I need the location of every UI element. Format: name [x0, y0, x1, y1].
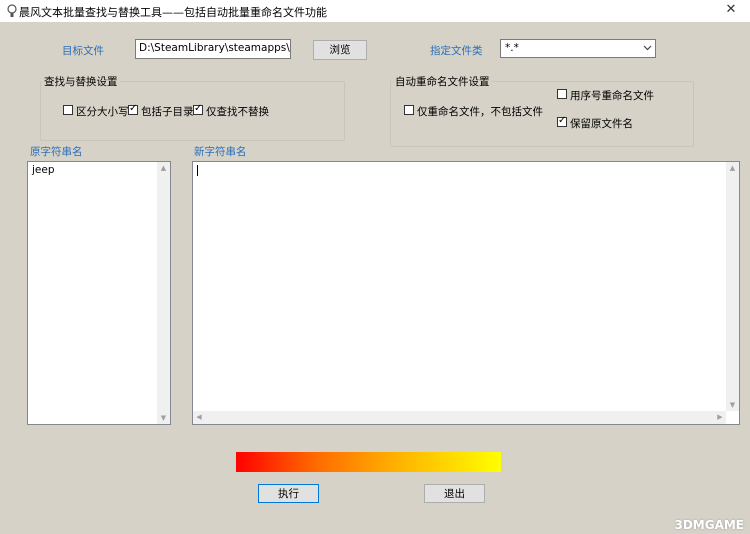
- new-strings-textarea[interactable]: ▲ ▼ ◀ ▶: [192, 161, 740, 425]
- app-icon: [5, 3, 19, 19]
- vertical-scrollbar[interactable]: ▲ ▼: [726, 162, 739, 411]
- scroll-left-icon[interactable]: ◀: [193, 411, 205, 423]
- close-button[interactable]: ✕: [712, 0, 750, 22]
- browse-button[interactable]: 浏览: [313, 40, 367, 60]
- include-subdirs-label: 包括子目录: [141, 106, 194, 118]
- find-only-label: 仅查找不替换: [206, 106, 269, 118]
- file-type-select[interactable]: *.*: [500, 39, 656, 58]
- include-subdirs-checkbox[interactable]: ✓: [128, 103, 138, 115]
- case-sensitive-checkbox[interactable]: [63, 105, 73, 115]
- close-icon: ✕: [725, 2, 737, 17]
- horizontal-scrollbar[interactable]: ◀ ▶: [193, 411, 726, 424]
- file-type-label: 指定文件类: [430, 45, 483, 57]
- text-cursor: [197, 165, 198, 176]
- check-icon: ✓: [194, 103, 203, 114]
- keep-original-checkbox[interactable]: ✓: [557, 115, 567, 127]
- list-item[interactable]: jeep: [32, 164, 55, 176]
- scroll-up-icon[interactable]: ▲: [726, 162, 739, 174]
- target-file-label: 目标文件: [62, 45, 104, 57]
- new-strings-label: 新字符串名: [194, 146, 247, 158]
- use-serial-label: 用序号重命名文件: [570, 90, 654, 102]
- use-serial-checkbox[interactable]: [557, 89, 567, 99]
- search-settings-title: 查找与替换设置: [42, 74, 120, 89]
- progress-fill: [236, 452, 501, 472]
- original-strings-list[interactable]: jeep ▲ ▼: [27, 161, 171, 425]
- check-icon: ✓: [129, 103, 138, 114]
- case-sensitive-label: 区分大小写: [76, 106, 129, 118]
- scroll-down-icon[interactable]: ▼: [726, 399, 739, 411]
- check-icon: ✓: [558, 115, 567, 126]
- original-strings-label: 原字符串名: [30, 146, 83, 158]
- progress-bar: [236, 452, 501, 472]
- exit-button[interactable]: 退出: [424, 484, 485, 503]
- scroll-up-icon[interactable]: ▲: [157, 162, 170, 174]
- keep-original-label: 保留原文件名: [570, 118, 633, 130]
- rename-only-checkbox[interactable]: [404, 105, 414, 115]
- rename-settings-title: 自动重命名文件设置: [393, 74, 492, 89]
- title-bar: 晨风文本批量查找与替换工具——包括自动批量重命名文件功能 ✕: [0, 0, 750, 22]
- execute-button[interactable]: 执行: [258, 484, 319, 503]
- vertical-scrollbar[interactable]: ▲ ▼: [157, 162, 170, 424]
- scroll-down-icon[interactable]: ▼: [157, 412, 170, 424]
- window-title: 晨风文本批量查找与替换工具——包括自动批量重命名文件功能: [19, 6, 327, 19]
- scroll-right-icon[interactable]: ▶: [714, 411, 726, 423]
- find-only-checkbox[interactable]: ✓: [193, 103, 203, 115]
- file-type-value: *.*: [505, 42, 519, 54]
- target-path-input[interactable]: D:\SteamLibrary\steamapps\commo: [135, 39, 291, 59]
- rename-only-label: 仅重命名文件，不包括文件内容: [417, 106, 543, 118]
- chevron-down-icon: [643, 42, 652, 55]
- watermark: 3DMGAME: [674, 518, 744, 532]
